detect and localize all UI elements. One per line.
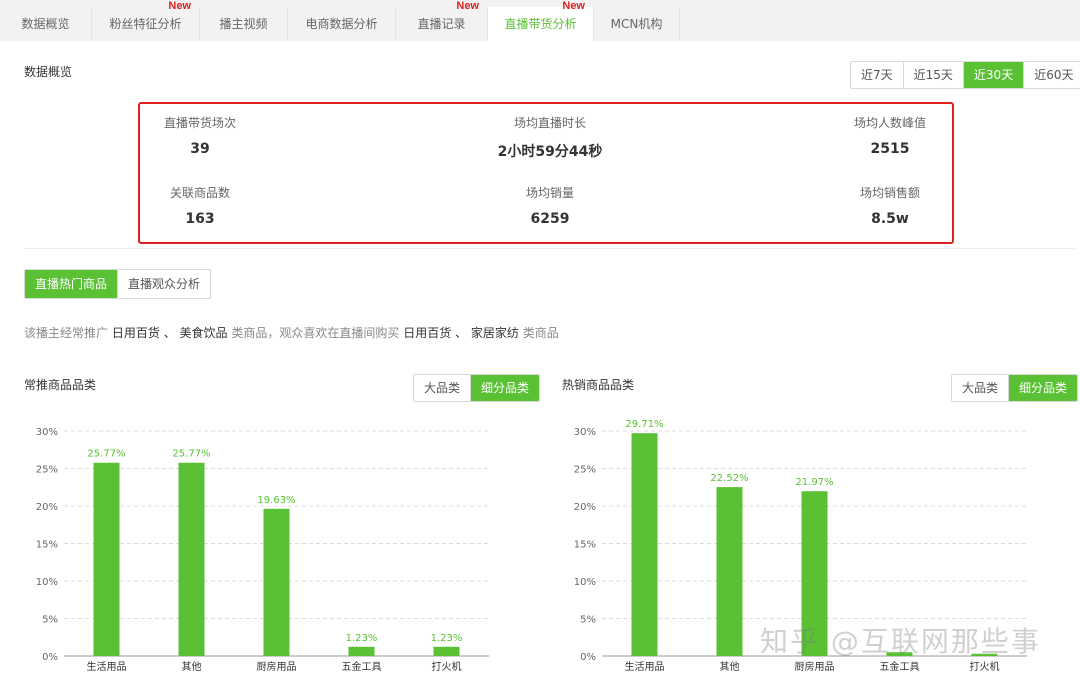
- metric-label: 直播带货场次: [163, 116, 236, 130]
- metric-value: 8.5w: [871, 211, 909, 227]
- range-15-button[interactable]: 近15天: [903, 62, 964, 88]
- range-7-button[interactable]: 近7天: [851, 62, 904, 88]
- x-tick-label: 厨房用品: [795, 660, 835, 673]
- x-tick-label: 五金工具: [342, 660, 382, 673]
- new-badge: New: [168, 0, 191, 12]
- y-tick-label: 20%: [36, 502, 58, 513]
- tab-label: 直播记录: [417, 17, 466, 31]
- tab-label: 数据概览: [21, 17, 70, 31]
- metric-label: 场均人数峰值: [853, 116, 926, 130]
- y-tick-label: 15%: [574, 540, 596, 551]
- major-category-button[interactable]: 大品类: [952, 375, 1010, 401]
- data-label: 19.63%: [257, 495, 295, 506]
- data-label: 1.23%: [431, 633, 463, 644]
- sub-category-button[interactable]: 细分品类: [471, 375, 540, 401]
- section-divider: [24, 248, 1075, 249]
- y-tick-label: 20%: [574, 502, 596, 513]
- data-label: 29.71%: [625, 419, 663, 430]
- y-tick-label: 25%: [36, 465, 58, 476]
- y-tick-label: 25%: [574, 465, 596, 476]
- top-tab-bar: 数据概览 粉丝特征分析 New 播主视频 电商数据分析 直播记录 New 直播带货分…: [0, 0, 1080, 41]
- x-tick-label: 生活用品: [625, 660, 665, 673]
- bar-2: [263, 508, 290, 656]
- tab-label: 直播带货分析: [504, 17, 577, 31]
- range-60-button[interactable]: 近60天: [1024, 62, 1080, 88]
- tab-mcn[interactable]: MCN机构: [594, 7, 680, 41]
- bar-1: [178, 462, 205, 656]
- category-toggle-right: 大品类 细分品类: [951, 374, 1079, 402]
- tab-fans-analysis[interactable]: 粉丝特征分析 New: [92, 0, 200, 41]
- metric-related-products: 关联商品数 163: [150, 184, 250, 227]
- x-tick-label: 其他: [720, 660, 740, 673]
- date-range-selector: 近7天 近15天 近30天 近60天: [850, 61, 1080, 89]
- tab-label: 播主视频: [219, 17, 268, 31]
- data-label: 1.23%: [346, 633, 378, 644]
- bar-0: [93, 462, 120, 656]
- metric-value: 6259: [530, 211, 570, 227]
- analysis-sub-tabs: 直播热门商品 直播观众分析: [24, 269, 212, 299]
- range-30-button[interactable]: 近30天: [963, 62, 1025, 88]
- y-tick-label: 30%: [574, 427, 596, 438]
- metric-label: 场均直播时长: [513, 116, 586, 130]
- category-toggle-left: 大品类 细分品类: [413, 374, 541, 402]
- y-tick-label: 10%: [36, 577, 58, 588]
- metric-label: 场均销售额: [859, 186, 920, 200]
- chart-title-bestselling: 热销商品品类: [562, 378, 635, 392]
- x-tick-label: 打火机: [432, 660, 462, 673]
- y-tick-label: 30%: [36, 427, 58, 438]
- data-label: 25.77%: [172, 449, 210, 460]
- x-tick-label: 五金工具: [880, 660, 920, 673]
- category-summary: 该播主经常推广 日用百货 、 美食饮品 类商品，观众喜欢在直播间购买 日用百货 …: [24, 326, 559, 340]
- bar-4: [433, 646, 460, 656]
- overview-metrics-box: 直播带货场次 39 场均直播时长 2小时59分44秒 场均人数峰值 2515 关…: [138, 102, 954, 244]
- metric-peak-viewers: 场均人数峰值 2515: [840, 114, 940, 157]
- x-tick-label: 生活用品: [87, 660, 127, 673]
- metric-value: 163: [185, 211, 215, 227]
- tab-label: 粉丝特征分析: [109, 17, 182, 31]
- x-tick-label: 打火机: [970, 660, 1000, 673]
- tab-audience-analysis[interactable]: 直播观众分析: [118, 270, 211, 298]
- metric-avg-duration: 场均直播时长 2小时59分44秒: [480, 114, 620, 161]
- metric-avg-revenue: 场均销售额 8.5w: [840, 184, 940, 227]
- y-tick-label: 0%: [42, 652, 58, 663]
- y-tick-label: 5%: [580, 615, 596, 626]
- data-label: 21.97%: [795, 477, 833, 488]
- watermark: 知乎 @互联网那些事: [760, 625, 1041, 658]
- metric-value: 39: [190, 141, 210, 157]
- x-tick-label: 厨房用品: [257, 660, 297, 673]
- metric-value: 2515: [870, 141, 910, 157]
- promoted-category-chart: 0% 5% 10% 15% 20% 25% 30% 25.77% 生活用品 25.77% 其他 19.…: [36, 427, 489, 673]
- tab-data-overview[interactable]: 数据概览: [0, 7, 92, 41]
- metric-live-count: 直播带货场次 39: [150, 114, 250, 157]
- tab-live-sales[interactable]: 直播带货分析 New: [488, 0, 594, 41]
- tab-label: MCN机构: [610, 17, 663, 31]
- y-tick-label: 5%: [42, 615, 58, 626]
- new-badge: New: [562, 0, 585, 12]
- bar-3: [348, 646, 375, 656]
- bar-1: [716, 487, 743, 656]
- x-tick-label: 其他: [182, 660, 202, 673]
- y-tick-label: 10%: [574, 577, 596, 588]
- chart-title-promoted: 常推商品品类: [24, 378, 97, 392]
- sub-category-button[interactable]: 细分品类: [1009, 375, 1078, 401]
- tab-videos[interactable]: 播主视频: [200, 7, 288, 41]
- tab-hot-products[interactable]: 直播热门商品: [25, 270, 119, 298]
- metric-value: 2小时59分44秒: [497, 144, 603, 160]
- new-badge: New: [456, 0, 479, 12]
- tab-label: 电商数据分析: [305, 17, 378, 31]
- metric-avg-sales: 场均销量 6259: [500, 184, 600, 227]
- y-tick-label: 15%: [36, 540, 58, 551]
- data-label: 25.77%: [87, 449, 125, 460]
- major-category-button[interactable]: 大品类: [414, 375, 472, 401]
- y-tick-label: 0%: [580, 652, 596, 663]
- tab-ecommerce[interactable]: 电商数据分析: [288, 7, 396, 41]
- metric-label: 场均销量: [525, 186, 574, 200]
- data-label: 22.52%: [710, 473, 748, 484]
- metric-label: 关联商品数: [169, 186, 230, 200]
- bar-0: [631, 433, 658, 656]
- tab-live-records[interactable]: 直播记录 New: [396, 0, 488, 41]
- overview-title: 数据概览: [24, 65, 73, 79]
